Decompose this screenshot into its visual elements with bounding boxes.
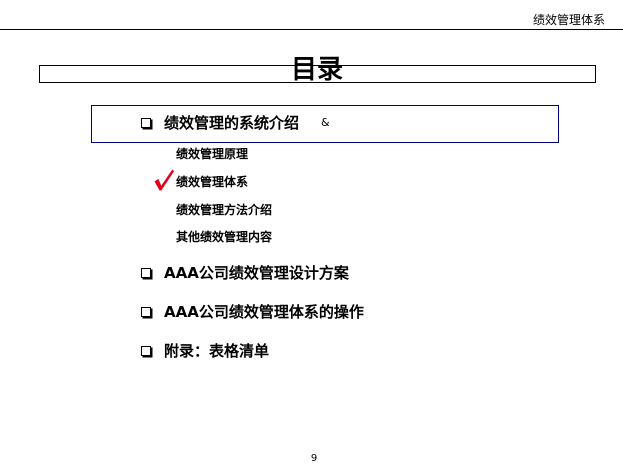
toc-item-label: 绩效管理的系统介绍	[164, 114, 300, 132]
hollow-square-bullet-icon	[141, 268, 151, 278]
hollow-square-bullet-icon	[141, 307, 151, 317]
toc-subitem-principle: 绩效管理原理	[176, 147, 249, 161]
page-title: 目录	[290, 55, 343, 85]
red-checkmark-icon	[154, 169, 174, 191]
page-number: 9	[310, 453, 318, 464]
header-title: 绩效管理体系	[532, 13, 605, 27]
hollow-square-bullet-icon	[141, 118, 151, 128]
toc-item-label: AAA公司绩效管理体系的操作	[164, 303, 364, 321]
section-marker: &	[321, 116, 330, 129]
toc-subitem-methods: 绩效管理方法介绍	[176, 203, 273, 217]
header-divider	[0, 29, 623, 30]
toc-item-label: AAA公司绩效管理设计方案	[164, 264, 349, 282]
toc-subitem-other: 其他绩效管理内容	[176, 230, 273, 244]
toc-item-label: 附录：表格清单	[164, 342, 270, 360]
hollow-square-bullet-icon	[141, 346, 151, 356]
toc-subitem-system: 绩效管理体系	[176, 175, 249, 189]
